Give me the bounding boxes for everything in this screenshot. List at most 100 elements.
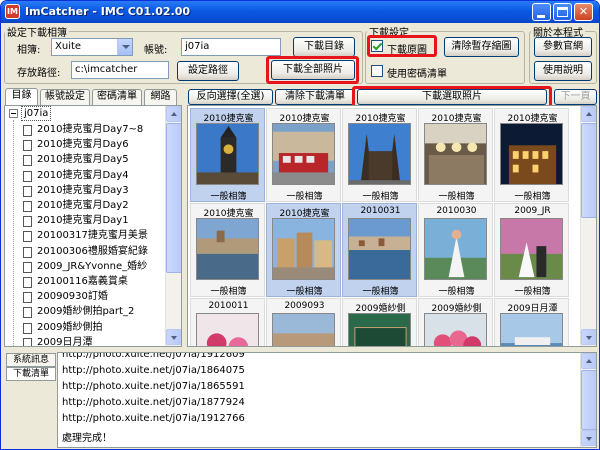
scroll-up-icon[interactable] (581, 106, 596, 122)
scroll-up-icon[interactable] (166, 106, 181, 122)
photo-thumbnail[interactable] (196, 218, 259, 280)
tree-item-label: 2010捷克蜜月Day4 (37, 169, 129, 181)
log-output[interactable]: http://photo.xuite.net/j07ia/1912609 http… (57, 352, 597, 448)
tree-item-label: 2009日月潭 (37, 336, 93, 347)
photo-thumbnail[interactable] (424, 313, 487, 346)
tab-directory[interactable]: 目錄 (5, 88, 38, 106)
log-line: http://photo.xuite.net/j07ia/1864075 (62, 365, 245, 376)
log-line: http://photo.xuite.net/j07ia/1877924 (62, 397, 245, 408)
photo-cell[interactable]: 2010捷克蜜 一般相簿 (190, 108, 265, 202)
document-icon (23, 155, 32, 167)
account-input[interactable]: j07ia (181, 38, 281, 56)
photo-cell[interactable]: 2010011 (190, 298, 265, 346)
photo-grid[interactable]: 2010捷克蜜 一般相簿 2010捷克蜜 一般相簿 2010捷克蜜 一般相簿 2010捷克蜜… (187, 105, 597, 347)
photo-thumbnail[interactable] (196, 313, 259, 346)
scroll-down-icon[interactable] (166, 329, 181, 345)
photo-thumbnail[interactable] (272, 123, 335, 185)
scroll-down-icon[interactable] (581, 329, 596, 345)
tab-password-list[interactable]: 密碼清單 (92, 89, 142, 105)
photo-cell[interactable]: 2010捷克蜜 一般相簿 (342, 108, 417, 202)
tree-scroll-thumb[interactable] (166, 123, 181, 273)
photo-cell[interactable]: 2010捷克蜜 一般相簿 (266, 108, 341, 202)
set-path-button[interactable]: 設定路徑 (177, 61, 239, 81)
photo-cell[interactable]: 2009婚紗側 (342, 298, 417, 346)
scroll-down-icon[interactable] (581, 430, 596, 446)
path-label: 存放路徑: (17, 68, 61, 79)
use-password-list-label: 使用密碼清單 (387, 69, 447, 80)
photo-scrollbar[interactable] (580, 106, 596, 346)
clear-list-button[interactable]: 清除下載清單 (275, 89, 355, 105)
album-select[interactable]: Xuite (51, 38, 133, 56)
photo-thumbnail[interactable] (272, 313, 335, 346)
photo-cell[interactable]: 2010捷克蜜 一般相簿 (266, 203, 341, 297)
photo-cell[interactable]: 2010031 一般相簿 (342, 203, 417, 297)
clear-cache-button[interactable]: 清除暫存縮圖 (444, 37, 519, 57)
download-original-checkbox[interactable] (371, 40, 383, 52)
photo-cell[interactable]: 2010030 一般相簿 (418, 203, 493, 297)
path-input[interactable]: c:\imcatcher (71, 61, 169, 79)
album-tree[interactable]: j07ia 2010捷克蜜月Day7~8 2010捷克蜜月Day6 2010捷克蜜月… (4, 105, 182, 347)
log-scrollbar[interactable] (580, 353, 596, 447)
photo-cell[interactable]: 2010捷克蜜 一般相簿 (190, 203, 265, 297)
photo-title: 2010011 (208, 301, 249, 311)
tab-account-settings[interactable]: 帳號設定 (40, 89, 90, 105)
photo-cell[interactable]: 2010捷克蜜 一般相簿 (418, 108, 493, 202)
photo-thumbnail[interactable] (500, 123, 563, 185)
photo-cell[interactable]: 2009093 (266, 298, 341, 346)
next-page-button[interactable]: 下一頁 (554, 89, 597, 105)
invert-select-button[interactable]: 反向選擇(全選) (188, 89, 273, 105)
tree-scrollbar[interactable] (165, 106, 181, 346)
document-icon (23, 277, 32, 288)
log-tabs: 系統訊息 下載清單 (4, 351, 56, 448)
photo-album-type: 一般相簿 (362, 287, 399, 297)
minimize-button[interactable] (532, 3, 551, 21)
maximize-icon (557, 7, 568, 17)
photo-thumbnail[interactable] (424, 123, 487, 185)
photo-album-type: 一般相簿 (438, 192, 475, 202)
use-password-list-checkbox[interactable] (371, 65, 383, 77)
document-icon (23, 185, 32, 197)
photo-title: 2009_JR (514, 206, 551, 216)
photo-cell[interactable]: 2009_JR 一般相簿 (494, 203, 569, 297)
photo-album-type: 一般相簿 (514, 287, 551, 297)
photo-scroll-thumb[interactable] (581, 123, 596, 218)
tab-download-list[interactable]: 下載清單 (6, 367, 56, 381)
tree-item-label: 20100317捷克蜜月美景 (37, 230, 148, 242)
photo-thumbnail[interactable] (348, 218, 411, 280)
scroll-up-icon[interactable] (581, 353, 596, 369)
photo-thumbnail[interactable] (348, 313, 411, 346)
photo-cell[interactable]: 2009婚紗側 (418, 298, 493, 346)
photo-album-type: 一般相簿 (514, 192, 551, 202)
photo-album-type: 一般相簿 (286, 287, 323, 297)
photo-album-type: 一般相簿 (210, 287, 247, 297)
photo-thumbnail[interactable] (500, 313, 563, 346)
title-bar[interactable]: IM ImCatcher - IMC C01.02.00 ✕ (1, 1, 599, 23)
download-selected-button[interactable]: 下載選取照片 (357, 89, 547, 105)
collapse-icon[interactable] (9, 109, 18, 118)
download-dir-button[interactable]: 下載目錄 (293, 37, 355, 57)
tree-root[interactable]: j07ia (21, 106, 52, 121)
photo-thumbnail[interactable] (196, 123, 259, 185)
params-button[interactable]: 參數官網 (534, 37, 592, 57)
photo-album-type: 一般相簿 (362, 192, 399, 202)
close-button[interactable]: ✕ (574, 3, 593, 21)
tab-system-messages[interactable]: 系統訊息 (6, 353, 56, 367)
photo-thumbnail[interactable] (272, 218, 335, 280)
photo-cell[interactable]: 2010捷克蜜 一般相簿 (494, 108, 569, 202)
photo-thumbnail[interactable] (348, 123, 411, 185)
download-all-button[interactable]: 下載全部照片 (271, 60, 355, 80)
tab-network[interactable]: 網路 (144, 89, 177, 105)
photo-thumbnail[interactable] (424, 218, 487, 280)
tree-item-label: 2009婚紗側拍 (37, 321, 103, 333)
log-line: http://photo.xuite.net/j07ia/1912766 (62, 413, 245, 424)
account-label: 帳號: (144, 45, 168, 56)
maximize-button[interactable] (553, 3, 572, 21)
log-line: http://photo.xuite.net/j07ia/1865591 (62, 381, 245, 392)
document-icon (23, 231, 32, 243)
photo-cell[interactable]: 2009日月潭 (494, 298, 569, 346)
photo-album-type: 一般相簿 (286, 192, 323, 202)
log-scroll-thumb[interactable] (581, 370, 596, 430)
chevron-down-icon[interactable] (117, 39, 132, 55)
photo-thumbnail[interactable] (500, 218, 563, 280)
help-button[interactable]: 使用說明 (534, 61, 592, 81)
